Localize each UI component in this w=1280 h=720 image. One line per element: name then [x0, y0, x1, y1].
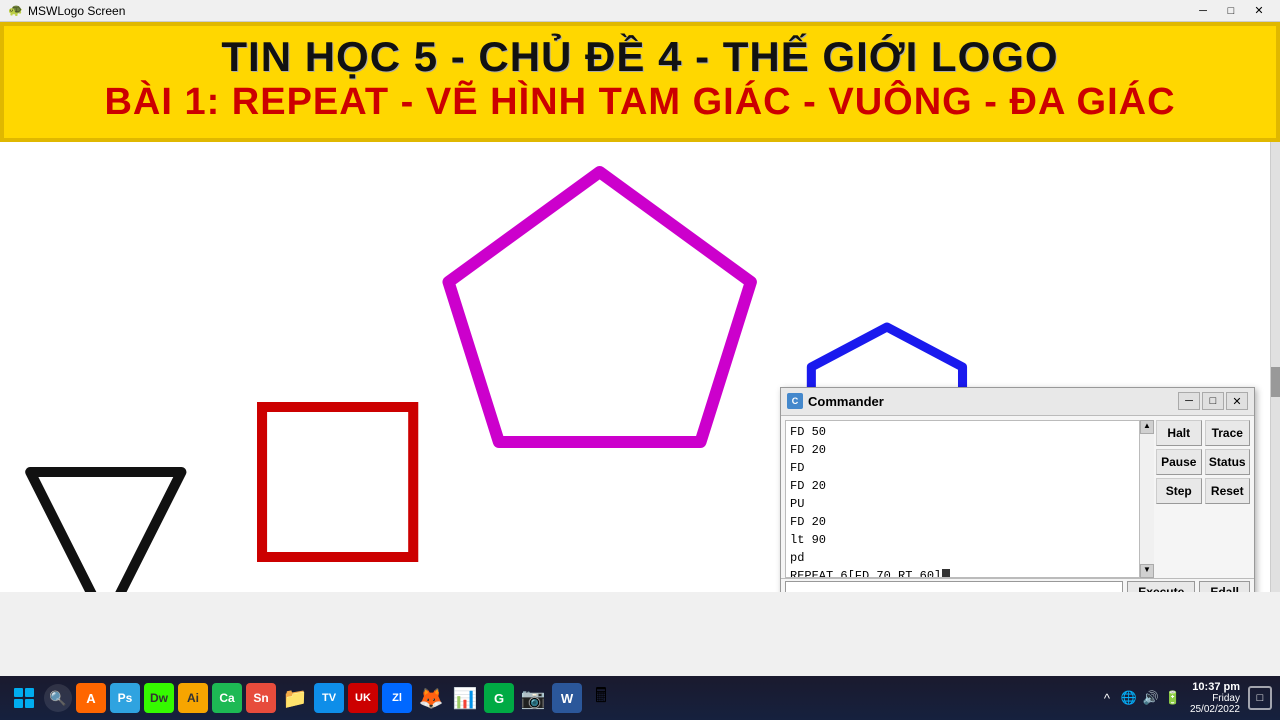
triangle-shape [30, 472, 181, 592]
clock-time: 10:37 pm [1190, 681, 1240, 693]
commander-maximize-button[interactable]: □ [1202, 392, 1224, 410]
start-button[interactable] [8, 682, 40, 714]
taskbar-dreamweaver[interactable]: Dw [144, 683, 174, 713]
taskbar-app-icons: A Ps Dw Ai Ca Sn 📁 TV UK Zl 🦊 📊 G 📷 W 🖩 [76, 683, 1094, 713]
commander-title-text: Commander [808, 394, 1178, 409]
commander-input-field[interactable] [785, 581, 1123, 592]
taskbar-illustrator[interactable]: Ai [178, 683, 208, 713]
commander-log[interactable]: FD 50 FD 20 FD FD 20 PU FD 20 lt 90 pd R… [785, 420, 1140, 578]
taskbar-camtasia[interactable]: Ca [212, 683, 242, 713]
title-bar-text: MSWLogo Screen [28, 4, 125, 18]
edall-button[interactable]: Edall [1199, 581, 1250, 592]
pentagon-shape [449, 172, 751, 442]
banner-line1: TIN HỌC 5 - CHỦ ĐỀ 4 - THẾ GIỚI LOGO [20, 34, 1260, 80]
clock-day: Friday [1190, 693, 1240, 704]
taskbar-zalo[interactable]: Zl [382, 683, 412, 713]
maximize-button[interactable]: □ [1218, 2, 1244, 20]
log-line-2: FD 20 [790, 441, 1135, 459]
pause-button[interactable]: Pause [1156, 449, 1202, 475]
taskbar-teamviewer[interactable]: TV [314, 683, 344, 713]
taskbar: 🔍 A Ps Dw Ai Ca Sn 📁 TV UK Zl 🦊 📊 G 📷 W … [0, 676, 1280, 720]
tray-network[interactable]: 🌐 [1120, 689, 1138, 707]
halt-button[interactable]: Halt [1156, 420, 1202, 446]
taskbar-excel-chart[interactable]: 📊 [450, 683, 480, 713]
trace-button[interactable]: Trace [1205, 420, 1251, 446]
search-button[interactable]: 🔍 [44, 684, 72, 712]
commander-icon: C [787, 393, 803, 409]
window-controls: ─ □ ✕ [1190, 2, 1272, 20]
log-line-1: FD 50 [790, 423, 1135, 441]
square-shape [262, 407, 413, 557]
log-line-5: PU [790, 495, 1135, 513]
banner-line2: BÀI 1: REPEAT - VẼ HÌNH TAM GIÁC - VUÔNG… [20, 80, 1260, 126]
scrollbar-down-btn[interactable]: ▼ [1140, 564, 1154, 578]
close-button[interactable]: ✕ [1246, 2, 1272, 20]
reset-button[interactable]: Reset [1205, 478, 1251, 504]
text-cursor [942, 569, 950, 578]
scrollbar-thumb[interactable] [1271, 367, 1280, 397]
commander-close-button[interactable]: ✕ [1226, 392, 1248, 410]
scrollbar-up-btn[interactable]: ▲ [1140, 420, 1154, 434]
execute-button[interactable]: Execute [1127, 581, 1195, 592]
windows-logo [14, 688, 34, 708]
drawing-area-scrollbar[interactable] [1270, 142, 1280, 592]
notification-button[interactable]: □ [1248, 686, 1272, 710]
commander-window-controls: ─ □ ✕ [1178, 392, 1248, 410]
log-line-4: FD 20 [790, 477, 1135, 495]
taskbar-screen-capture[interactable]: 📷 [518, 683, 548, 713]
log-line-9: REPEAT 6[FD 70 RT 60] [790, 567, 1135, 578]
tray-icons: ^ 🌐 🔊 🔋 [1098, 689, 1182, 707]
log-line-3: FD [790, 459, 1135, 477]
taskbar-snagit[interactable]: Sn [246, 683, 276, 713]
app-icon: 🐢 [8, 3, 24, 19]
system-tray: ^ 🌐 🔊 🔋 10:37 pm Friday 25/02/2022 □ [1098, 681, 1272, 715]
log-line-6: FD 20 [790, 513, 1135, 531]
taskbar-calculator[interactable]: 🖩 [586, 683, 616, 713]
taskbar-firefox[interactable]: 🦊 [416, 683, 446, 713]
log-line-8: pd [790, 549, 1135, 567]
log-scrollbar-track [1140, 434, 1154, 564]
button-row-3: Step Reset [1156, 478, 1250, 504]
tray-volume[interactable]: 🔊 [1142, 689, 1160, 707]
taskbar-word[interactable]: W [552, 683, 582, 713]
taskbar-aurora3d[interactable]: A [76, 683, 106, 713]
commander-titlebar: C Commander ─ □ ✕ [781, 388, 1254, 416]
search-icon: 🔍 [49, 690, 66, 707]
banner: TIN HỌC 5 - CHỦ ĐỀ 4 - THẾ GIỚI LOGO BÀI… [0, 22, 1280, 142]
commander-minimize-button[interactable]: ─ [1178, 392, 1200, 410]
tray-chevron[interactable]: ^ [1098, 689, 1116, 707]
minimize-button[interactable]: ─ [1190, 2, 1216, 20]
tray-battery[interactable]: 🔋 [1164, 689, 1182, 707]
button-row-1: Halt Trace [1156, 420, 1250, 446]
taskbar-photoshop[interactable]: Ps [110, 683, 140, 713]
drawing-area: C Commander ─ □ ✕ FD 50 FD 20 FD FD 20 P… [0, 142, 1280, 592]
status-button[interactable]: Status [1205, 449, 1251, 475]
log-scrollbar[interactable]: ▲ ▼ [1140, 420, 1154, 578]
step-button[interactable]: Step [1156, 478, 1202, 504]
commander-input-bar: Execute Edall [781, 578, 1254, 592]
title-bar: 🐢 MSWLogo Screen ─ □ ✕ [0, 0, 1280, 22]
taskbar-unikey[interactable]: UK [348, 683, 378, 713]
taskbar-folder[interactable]: 📁 [280, 683, 310, 713]
commander-body: FD 50 FD 20 FD FD 20 PU FD 20 lt 90 pd R… [781, 416, 1254, 578]
commander-window: C Commander ─ □ ✕ FD 50 FD 20 FD FD 20 P… [780, 387, 1255, 592]
taskbar-clock[interactable]: 10:37 pm Friday 25/02/2022 [1190, 681, 1240, 715]
taskbar-green-app[interactable]: G [484, 683, 514, 713]
button-row-2: Pause Status [1156, 449, 1250, 475]
clock-date: 25/02/2022 [1190, 704, 1240, 715]
log-line-7: lt 90 [790, 531, 1135, 549]
commander-buttons: Halt Trace Pause Status Step Reset [1154, 416, 1254, 578]
